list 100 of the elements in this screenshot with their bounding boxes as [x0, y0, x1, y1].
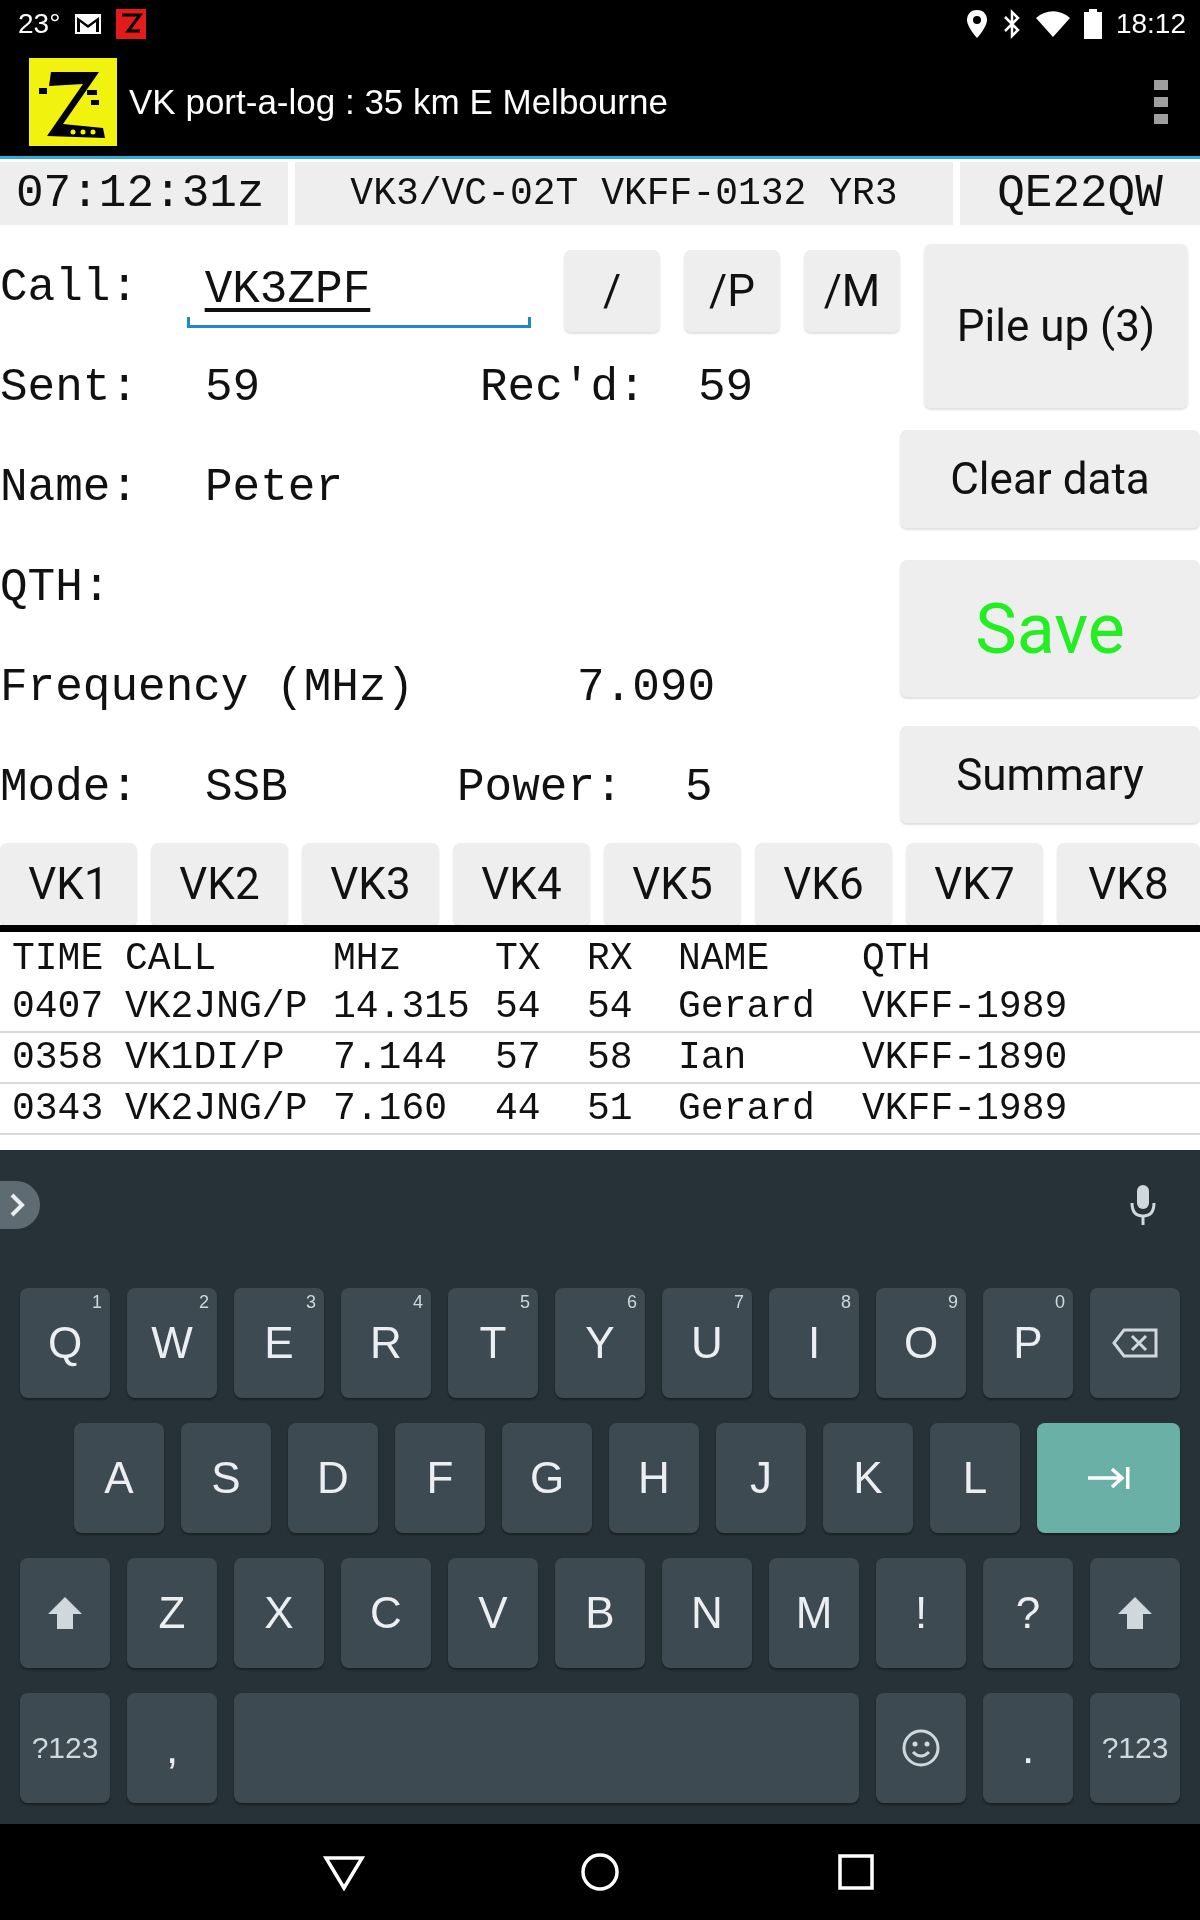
- table-cell-text: Gerard: [678, 1087, 816, 1130]
- column-header: MHz: [333, 937, 403, 980]
- field-value[interactable]: Peter: [205, 462, 344, 514]
- shift-key[interactable]: [20, 1558, 110, 1668]
- field-value[interactable]: SSB: [205, 762, 457, 814]
- column-header: RX: [587, 937, 634, 980]
- column-header: NAME: [678, 937, 771, 980]
- suffix-button[interactable]: /M: [804, 250, 900, 332]
- key[interactable]: Q 1: [20, 1288, 110, 1398]
- field-value[interactable]: 7.090: [577, 662, 716, 714]
- key[interactable]: !: [876, 1558, 966, 1668]
- shift-key[interactable]: [1090, 1558, 1180, 1668]
- area-button[interactable]: VK6: [755, 843, 892, 925]
- key[interactable]: J: [716, 1423, 806, 1533]
- area-button[interactable]: VK1: [0, 843, 137, 925]
- backspace-key[interactable]: [1090, 1288, 1180, 1398]
- wifi-icon: [1035, 11, 1070, 37]
- key[interactable]: ?: [983, 1558, 1073, 1668]
- key[interactable]: .: [983, 1693, 1073, 1803]
- key[interactable]: R 4: [341, 1288, 431, 1398]
- area-button[interactable]: VK5: [604, 843, 741, 925]
- key[interactable]: P 0: [983, 1288, 1073, 1398]
- key-hint: 4: [413, 1292, 423, 1313]
- field-label: Power:: [457, 762, 624, 814]
- app-notification-icon: [116, 9, 147, 39]
- key[interactable]: M: [769, 1558, 859, 1668]
- suffix-button[interactable]: /: [564, 250, 660, 332]
- home-icon[interactable]: [578, 1850, 622, 1894]
- key[interactable]: F: [395, 1423, 485, 1533]
- key[interactable]: Y 6: [555, 1288, 645, 1398]
- overflow-menu-icon[interactable]: [1154, 80, 1168, 124]
- table-cell-text: 54: [495, 985, 542, 1028]
- table-cell-text: 7.160: [333, 1087, 449, 1130]
- key[interactable]: E 3: [234, 1288, 324, 1398]
- key-hint: 2: [199, 1292, 209, 1313]
- symbols-key[interactable]: ?123: [1090, 1693, 1180, 1803]
- key[interactable]: O 9: [876, 1288, 966, 1398]
- area-button[interactable]: VK4: [453, 843, 590, 925]
- table-cell-text: 58: [587, 1036, 634, 1079]
- key-hint: 3: [306, 1292, 316, 1313]
- column-header: CALL: [125, 937, 218, 980]
- location-icon: [965, 9, 988, 39]
- table-cell-text: VKFF-1989: [862, 985, 1069, 1028]
- pile-up-button[interactable]: Pile up (3): [924, 244, 1188, 408]
- mail-icon: [74, 13, 103, 35]
- field-value[interactable]: 59: [205, 362, 480, 414]
- microphone-icon[interactable]: [1130, 1185, 1156, 1225]
- table-cell-text: 7.144: [333, 1036, 449, 1079]
- table-cell-text: 0358: [12, 1036, 105, 1079]
- key[interactable]: H: [609, 1423, 699, 1533]
- key-hint: 5: [520, 1292, 530, 1313]
- column-header: TIME: [12, 937, 105, 980]
- field-value[interactable]: 59: [698, 362, 754, 414]
- clock: 18:12: [1115, 8, 1186, 40]
- key[interactable]: I 8: [769, 1288, 859, 1398]
- emoji-key[interactable]: [876, 1693, 966, 1803]
- grid-locator: QE22QW: [960, 162, 1200, 225]
- table-cell-text: Gerard: [678, 985, 816, 1028]
- key[interactable]: T 5: [448, 1288, 538, 1398]
- call-field[interactable]: VK3ZPF: [186, 254, 531, 328]
- field-label: Sent:: [0, 362, 140, 414]
- table-cell-text: 44: [495, 1087, 542, 1130]
- area-button[interactable]: VK8: [1057, 843, 1200, 925]
- key[interactable]: ,: [127, 1693, 217, 1803]
- symbols-key[interactable]: ?123: [20, 1693, 110, 1803]
- key[interactable]: N: [662, 1558, 752, 1668]
- key[interactable]: B: [555, 1558, 645, 1668]
- table-cell-text: VKFF-1989: [862, 1087, 1069, 1130]
- reference-info: VK3/VC-02T VKFF-0132 YR3: [295, 162, 953, 225]
- summary-button[interactable]: Summary: [900, 726, 1200, 823]
- key[interactable]: L: [930, 1423, 1020, 1533]
- table-cell-text: Ian: [678, 1036, 748, 1079]
- expand-icon[interactable]: [0, 1181, 40, 1229]
- key[interactable]: S: [181, 1423, 271, 1533]
- suffix-button[interactable]: /P: [684, 250, 780, 332]
- key[interactable]: A: [74, 1423, 164, 1533]
- key[interactable]: X: [234, 1558, 324, 1668]
- field-label: Mode:: [0, 762, 140, 814]
- key[interactable]: W 2: [127, 1288, 217, 1398]
- key[interactable]: C: [341, 1558, 431, 1668]
- key[interactable]: U 7: [662, 1288, 752, 1398]
- key[interactable]: K: [823, 1423, 913, 1533]
- table-cell-text: 0407: [12, 985, 105, 1028]
- clear-data-button[interactable]: Clear data: [900, 430, 1200, 528]
- area-button[interactable]: VK7: [906, 843, 1043, 925]
- table-cell-text: 54: [587, 985, 634, 1028]
- field-label: Call:: [0, 262, 140, 314]
- key[interactable]: Z: [127, 1558, 217, 1668]
- key[interactable]: D: [288, 1423, 378, 1533]
- table-cell-text: VK2JNG/P: [125, 1087, 309, 1130]
- table-cell-text: VKFF-1890: [862, 1036, 1069, 1079]
- area-button[interactable]: VK2: [151, 843, 288, 925]
- key[interactable]: V: [448, 1558, 538, 1668]
- field-value[interactable]: 5: [685, 762, 713, 814]
- field-label: QTH:: [0, 562, 111, 614]
- field-label: Name:: [0, 462, 140, 514]
- key[interactable]: G: [502, 1423, 592, 1533]
- area-button[interactable]: VK3: [302, 843, 439, 925]
- utc-time: 07:12:31z: [0, 162, 288, 225]
- emoji-icon: [901, 1728, 941, 1768]
